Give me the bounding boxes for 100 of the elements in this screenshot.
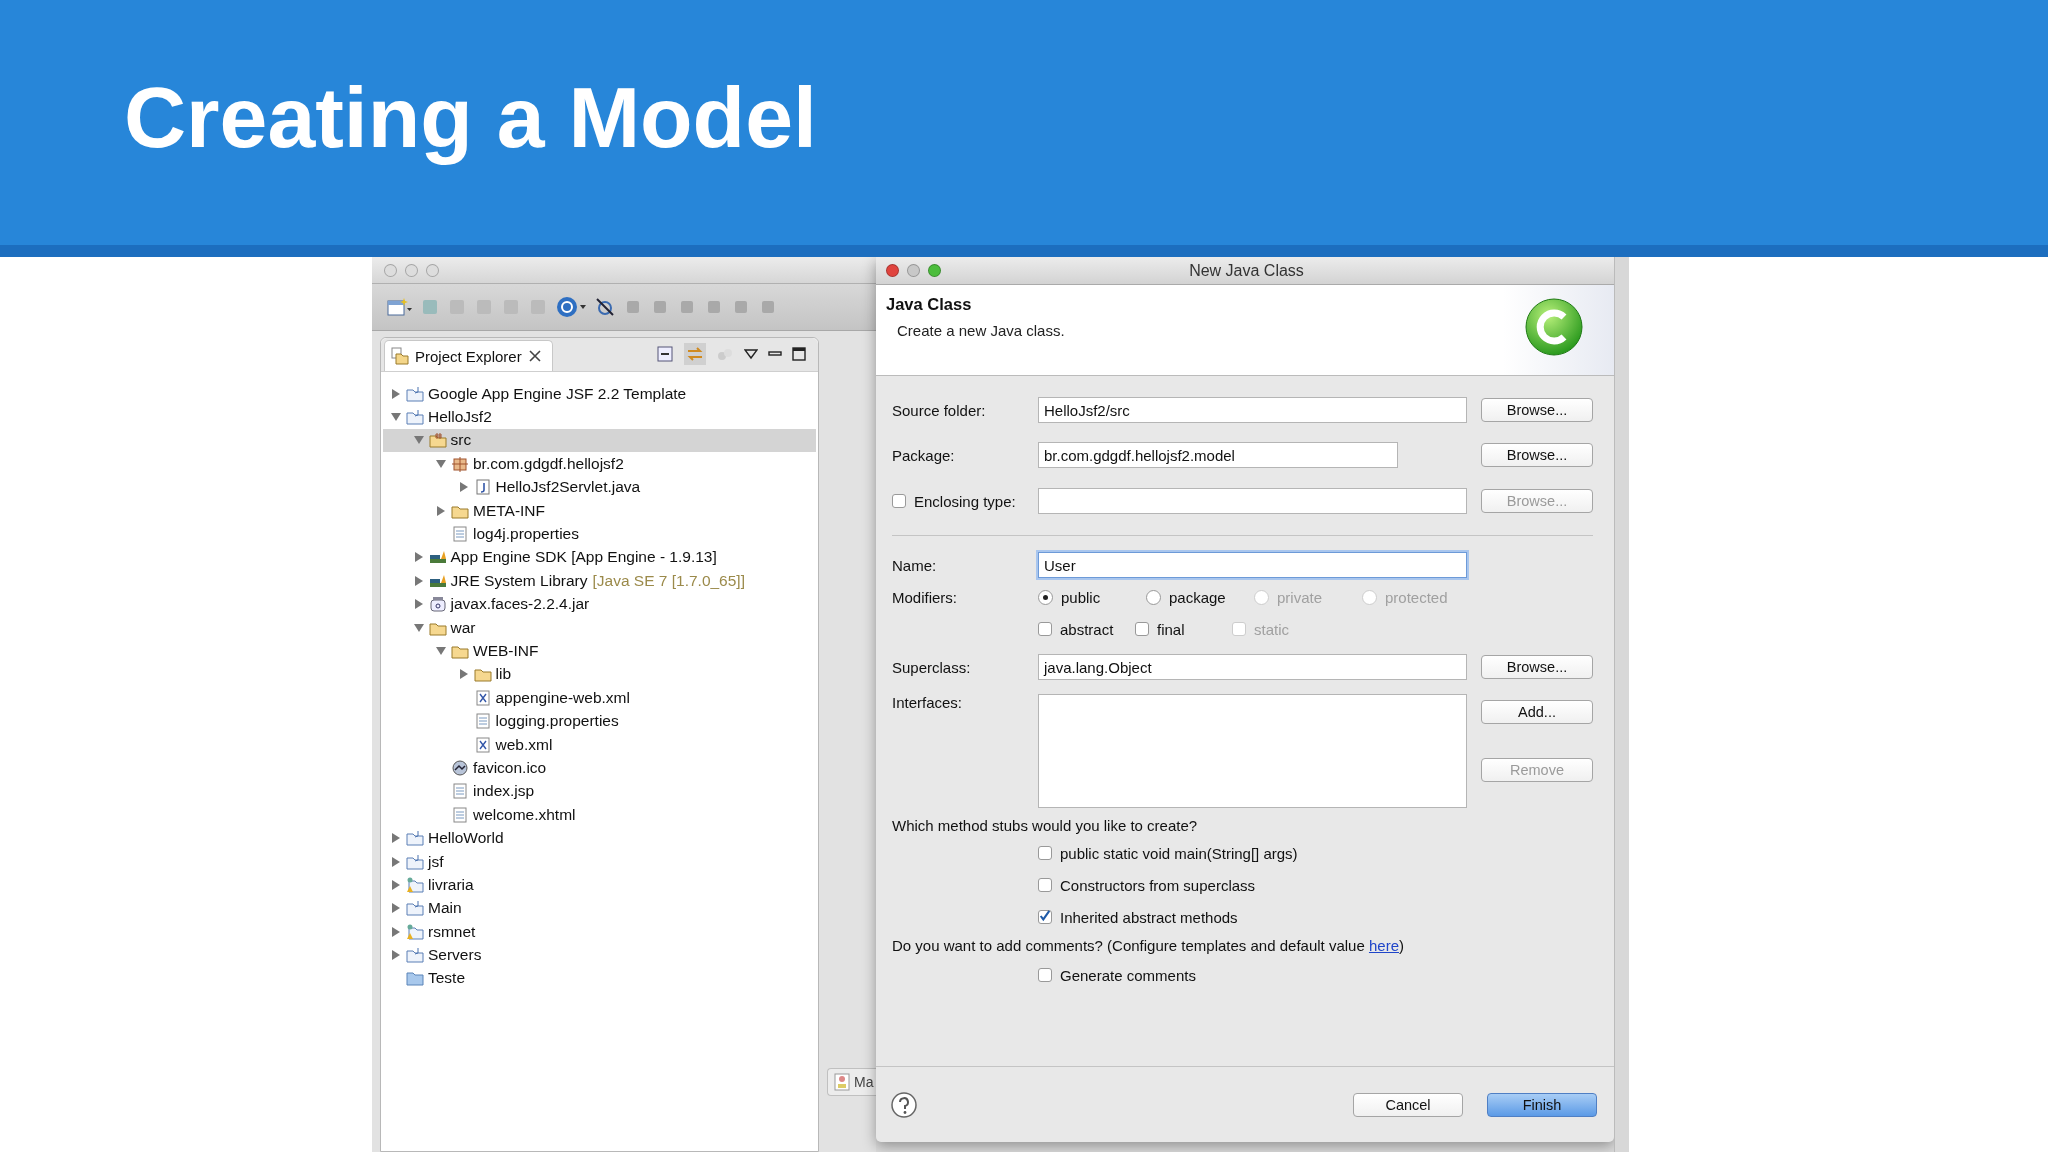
- java-file-icon: [473, 479, 492, 496]
- collapsed-arrow-icon[interactable]: [412, 551, 425, 564]
- window-button[interactable]: [426, 263, 439, 277]
- tree-item[interactable]: favicon.ico: [383, 756, 816, 780]
- tree-item[interactable]: HelloJsf2Servlet.java: [383, 475, 816, 499]
- minimize-button[interactable]: [907, 264, 920, 277]
- tree-item-label: HelloWorld: [428, 829, 504, 848]
- collapsed-arrow-icon[interactable]: [390, 949, 402, 962]
- templates-link[interactable]: here: [1368, 936, 1399, 954]
- checkbox[interactable]: [1038, 846, 1052, 860]
- tree-item-detail: [Java SE 7 [1.7.0_65]]: [592, 571, 745, 590]
- tree-item-label: index.jsp: [473, 782, 535, 801]
- package-field[interactable]: br.com.gdgdf.hellojsf2.model: [1038, 442, 1398, 468]
- help-icon[interactable]: [890, 1090, 918, 1119]
- comments-question: Do you want to add comments? (Configure templates and default value here): [892, 936, 1404, 954]
- xml-file-icon: [473, 689, 492, 706]
- browse-button[interactable]: Browse...: [1481, 655, 1593, 679]
- browse-button[interactable]: Browse...: [1481, 443, 1593, 467]
- expanded-arrow-icon[interactable]: [435, 645, 447, 657]
- tree-item[interactable]: META-INF: [383, 498, 816, 523]
- tree-item[interactable]: Teste: [383, 966, 816, 991]
- link-editor-icon[interactable]: [684, 343, 706, 365]
- expanded-arrow-icon[interactable]: [435, 457, 447, 470]
- checkbox[interactable]: [892, 494, 906, 508]
- source-folder-field[interactable]: HelloJsf2/src: [1038, 397, 1467, 423]
- radio-label: protected: [1385, 588, 1448, 606]
- finish-button[interactable]: Finish: [1487, 1092, 1597, 1117]
- tree-item[interactable]: lib: [383, 662, 816, 687]
- tree-item[interactable]: src: [383, 428, 816, 453]
- tree-item-label: META-INF: [473, 501, 546, 520]
- tree-item[interactable]: JRE System Library [Java SE 7 [1.7.0_65]]: [383, 569, 816, 593]
- tree-item[interactable]: rsmnet: [383, 920, 816, 944]
- editor-tab[interactable]: Ma: [827, 1068, 876, 1096]
- tree-item[interactable]: HelloJsf2: [383, 405, 816, 429]
- tree-item[interactable]: index.jsp: [383, 779, 816, 804]
- checkbox[interactable]: [1038, 622, 1052, 636]
- tree-item-label: Teste: [428, 969, 466, 988]
- checkbox[interactable]: [1038, 968, 1052, 982]
- superclass-field[interactable]: java.lang.Object: [1038, 654, 1467, 680]
- checkbox-label: Generate comments: [1060, 966, 1196, 984]
- collapsed-arrow-icon[interactable]: [412, 598, 425, 611]
- new-wizard-icon[interactable]: [386, 296, 412, 318]
- interfaces-list[interactable]: [1038, 694, 1467, 808]
- tree-item[interactable]: welcome.xhtml: [383, 803, 816, 827]
- collapsed-arrow-icon[interactable]: [457, 481, 470, 494]
- jar-icon: [428, 596, 447, 613]
- tree-item[interactable]: Main: [383, 896, 816, 920]
- tree-item[interactable]: HelloWorld: [383, 826, 816, 850]
- checkbox-label: final: [1157, 620, 1185, 638]
- cancel-button[interactable]: Cancel: [1353, 1092, 1463, 1117]
- collapsed-arrow-icon[interactable]: [390, 878, 402, 891]
- tree-item[interactable]: jsf: [383, 849, 816, 874]
- tree-item[interactable]: Google App Engine JSF 2.2 Template: [383, 382, 816, 406]
- collapsed-arrow-icon[interactable]: [390, 855, 402, 868]
- tree-item[interactable]: javax.faces-2.2.4.jar: [383, 592, 816, 616]
- close-button[interactable]: [886, 264, 899, 277]
- view-tab[interactable]: Project Explorer: [384, 340, 553, 371]
- checkbox[interactable]: [1038, 910, 1052, 924]
- collapsed-arrow-icon[interactable]: [390, 832, 402, 845]
- tree-item[interactable]: livraria: [383, 873, 816, 897]
- checkbox[interactable]: [1135, 622, 1149, 636]
- tree-item[interactable]: br.com.gdgdf.hellojsf2: [383, 452, 816, 476]
- radio-button[interactable]: [1146, 589, 1161, 605]
- close-icon[interactable]: [527, 349, 542, 363]
- zoom-button[interactable]: [928, 264, 941, 277]
- collapsed-arrow-icon[interactable]: [390, 387, 402, 400]
- dialog-heading: Java Class: [886, 295, 973, 314]
- slide-title: Creating a Model: [124, 67, 817, 167]
- tree-item-label: appengine-web.xml: [495, 688, 630, 707]
- tree-item[interactable]: WEB-INF: [383, 639, 816, 663]
- view-menu-icon[interactable]: [744, 348, 758, 360]
- expanded-arrow-icon[interactable]: [412, 621, 425, 634]
- tree-item-label: HelloJsf2: [428, 408, 492, 427]
- debug-off-icon[interactable]: [595, 297, 615, 317]
- tree-item[interactable]: Servers: [383, 943, 816, 967]
- collapsed-arrow-icon[interactable]: [390, 902, 402, 915]
- enclosing-type-field[interactable]: [1038, 488, 1467, 514]
- window-button[interactable]: [384, 263, 397, 277]
- name-field[interactable]: User: [1038, 552, 1467, 578]
- radio-button[interactable]: [1038, 589, 1053, 605]
- browse-button[interactable]: Browse...: [1481, 398, 1593, 422]
- tree-item[interactable]: appengine-web.xml: [383, 686, 816, 710]
- collapsed-arrow-icon[interactable]: [390, 925, 402, 938]
- collapsed-arrow-icon[interactable]: [457, 668, 470, 681]
- tree-item[interactable]: logging.properties: [383, 709, 816, 733]
- collapse-all-icon[interactable]: [656, 345, 674, 363]
- window-button[interactable]: [405, 263, 418, 277]
- checkbox[interactable]: [1038, 878, 1052, 892]
- collapsed-arrow-icon[interactable]: [435, 504, 447, 517]
- maximize-icon[interactable]: [792, 347, 806, 361]
- tree-item-label: HelloJsf2Servlet.java: [495, 478, 641, 497]
- collapsed-arrow-icon[interactable]: [412, 574, 425, 587]
- tree-item[interactable]: web.xml: [383, 732, 816, 757]
- tree-item[interactable]: log4j.properties: [383, 522, 816, 546]
- tree-item[interactable]: war: [383, 615, 816, 640]
- tree-item-label: lib: [495, 665, 511, 684]
- tree-item-label: javax.faces-2.2.4.jar: [450, 595, 590, 614]
- project-folder-icon: [406, 830, 424, 847]
- add-button[interactable]: Add...: [1481, 700, 1593, 724]
- tree-item[interactable]: App Engine SDK [App Engine - 1.9.13]: [383, 545, 816, 570]
